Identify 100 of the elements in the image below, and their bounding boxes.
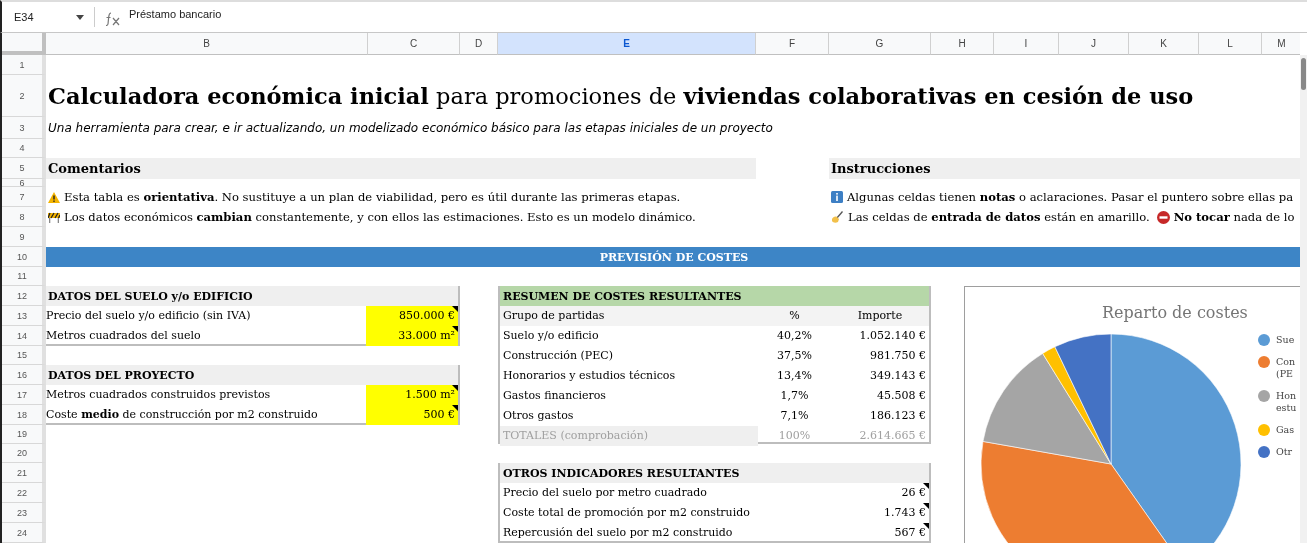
input-cell[interactable]: 33.000 m² [366, 326, 458, 346]
instruction-text: Esta tabla es orientativa. No sustituye a un plan de viabilidad, pero es útil durante las primeras etapas. [64, 190, 681, 204]
row-header[interactable]: 3 [2, 117, 46, 139]
name-box[interactable]: E34 [2, 11, 94, 23]
input-cell[interactable]: 1.500 m² [366, 385, 458, 405]
table-heading: DATOS DEL PROYECTO [46, 365, 458, 385]
table-cell-text: Honorarios y estudios técnicos [502, 368, 677, 384]
table-cell-text: Repercusión del suelo por m2 construido [502, 525, 734, 541]
column-heading: % [758, 306, 831, 326]
table-cell-text: 981.750 € [869, 348, 927, 364]
table-cell-text: 45.508 € [876, 388, 927, 404]
row-header[interactable]: 17 [2, 385, 46, 405]
legend-label: Sue [1276, 334, 1296, 346]
row-header[interactable]: 15 [2, 346, 46, 365]
row-header[interactable]: 4 [2, 139, 46, 158]
instruction-text: No tocar nada de lo [1173, 210, 1295, 224]
instruction-text: Los datos económicos cambian constantemente, y con ellos las estimaciones. Esto es un modelo dinámico. [64, 210, 696, 224]
column-header[interactable]: J [1059, 33, 1129, 55]
column-header[interactable]: B [46, 33, 368, 55]
table-cell-text: Coste medio de construcción por m2 construido [46, 407, 319, 423]
table-cell-text: Metros cuadrados construidos previstos [46, 387, 272, 403]
row-header[interactable]: 18 [2, 405, 46, 425]
input-cell[interactable]: 850.000 € [366, 306, 458, 326]
row-header[interactable]: 13 [2, 306, 46, 326]
warning-icon [48, 191, 60, 203]
table-cell-text: Precio del suelo y/o edificio (sin IVA) [46, 308, 252, 324]
legend-label: Gas [1276, 424, 1296, 436]
column-header[interactable]: H [931, 33, 994, 55]
no-entry-icon [1156, 210, 1170, 224]
row-header[interactable]: 10 [2, 247, 46, 267]
sheet-title: Calculadora económica inicial para promociones de viviendas colaborativas en cesión de uso [47, 83, 1195, 109]
legend-label: Con (PE [1276, 356, 1297, 380]
section-banner: PREVISIÓN DE COSTES [46, 247, 1300, 267]
table-heading: DATOS DEL SUELO y/o EDIFICIO [46, 286, 458, 306]
table-heading: OTROS INDICADORES RESULTANTES [500, 463, 929, 483]
table-cell-text: Construcción (PEC) [502, 348, 614, 364]
vertical-scrollbar[interactable] [1300, 55, 1307, 543]
column-header[interactable]: I [994, 33, 1059, 55]
row-header[interactable]: 9 [2, 227, 46, 247]
table-cell-text: 13,4% [776, 368, 813, 384]
row-header[interactable]: 20 [2, 444, 46, 463]
column-header[interactable]: C [368, 33, 460, 55]
row-header[interactable]: 21 [2, 463, 46, 483]
row-header[interactable]: 14 [2, 326, 46, 346]
row-header[interactable]: 23 [2, 503, 46, 523]
row-header[interactable]: 5 [2, 158, 46, 179]
table-cell-text: Suelo y/o edificio [502, 328, 600, 344]
select-all-corner[interactable] [2, 33, 46, 55]
table-cell-text: 7,1% [779, 408, 810, 424]
row-header[interactable]: 24 [2, 523, 46, 543]
table-cell-text: 1,7% [779, 388, 810, 404]
instruction-text: Las celdas de entrada de datos están en amarillo. [848, 210, 1150, 224]
column-header[interactable]: K [1129, 33, 1199, 55]
row-header[interactable]: 12 [2, 286, 46, 306]
table-cell-text: Precio del suelo por metro cuadrado [502, 485, 708, 501]
barrier-icon [48, 211, 60, 223]
table-cell: TOTALES (comprobación) [500, 426, 758, 446]
formula-input[interactable]: Préstamo bancario [129, 8, 222, 20]
table-cell: 567 € [831, 523, 929, 543]
row-header[interactable]: 11 [2, 267, 46, 286]
table-cell-text: 1.052.140 € [858, 328, 927, 344]
table-cell: 1.743 € [831, 503, 929, 523]
instruction-text: Algunas celdas tienen notas o aclaraciones. Pasar el puntero sobre ellas pa [847, 190, 1294, 204]
chart-title: Reparto de costes [1102, 303, 1248, 322]
table-cell-text: Coste total de promoción por m2 construido [502, 505, 751, 521]
column-header[interactable]: F [756, 33, 829, 55]
column-header[interactable]: M [1262, 33, 1300, 55]
section-heading: Comentarios [46, 158, 756, 179]
table-cell-text: 37,5% [776, 348, 813, 364]
legend-label: Hon estu [1276, 390, 1298, 414]
table-heading: RESUMEN DE COSTES RESULTANTES [500, 286, 929, 306]
info-icon [831, 191, 843, 203]
table-cell-text: 100% [777, 428, 812, 444]
section-heading: Instrucciones [829, 158, 1300, 179]
caret-icon [76, 14, 84, 20]
scrollbar-thumb[interactable] [1301, 58, 1306, 90]
row-header[interactable]: 2 [2, 75, 46, 117]
table-cell-text: 40,2% [776, 328, 813, 344]
row-header[interactable]: 7 [2, 187, 46, 207]
row-header[interactable]: 6 [2, 179, 46, 187]
column-header[interactable]: G [829, 33, 931, 55]
table-cell-text: 2.614.665 € [858, 428, 927, 444]
sheet-subtitle: Una herramienta para crear, e ir actualizando, un modelizado económico básico para las etapas iniciales de un proyecto [47, 121, 774, 135]
column-heading: Grupo de partidas [500, 306, 758, 326]
row-header[interactable]: 1 [2, 55, 46, 75]
row-header[interactable]: 22 [2, 483, 46, 503]
table-cell-text: 349.143 € [869, 368, 927, 384]
function-icon [105, 11, 121, 26]
column-header[interactable]: D [460, 33, 498, 55]
row-header[interactable]: 16 [2, 365, 46, 385]
row-header[interactable]: 8 [2, 207, 46, 227]
input-cell[interactable]: 500 € [366, 405, 458, 425]
table-cell-text: Otros gastos [502, 408, 575, 424]
column-header[interactable]: E [498, 33, 756, 55]
row-header[interactable]: 19 [2, 425, 46, 444]
legend-label: Otr [1276, 446, 1294, 458]
table-cell-text: Metros cuadrados del suelo [46, 328, 202, 344]
table-cell-text: Gastos financieros [502, 388, 607, 404]
column-header[interactable]: L [1199, 33, 1262, 55]
column-heading: Importe [831, 306, 929, 326]
